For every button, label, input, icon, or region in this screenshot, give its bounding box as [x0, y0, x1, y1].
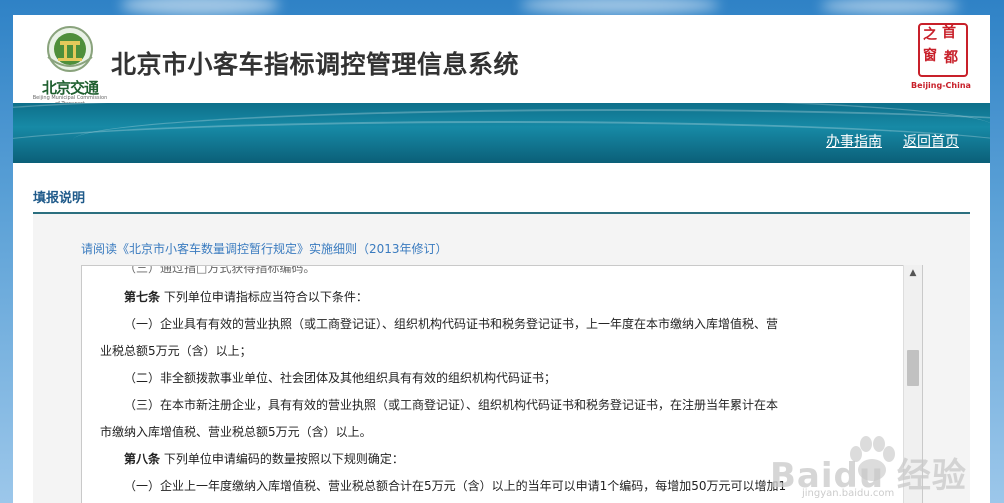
sky-cloud — [520, 0, 720, 14]
scroll-thumb[interactable] — [907, 350, 919, 386]
seal-char: 之 — [923, 27, 937, 43]
article-7-item-1-cont-text: 业税总额5万元（含）以上； — [100, 344, 252, 358]
sky-cloud — [120, 0, 280, 16]
beijing-transport-logo[interactable]: 北京交通 Beijing Municipal Commission of Tra… — [31, 23, 109, 107]
article-8-text: 下列单位申请编码的数量按照以下规则确定： — [163, 452, 404, 466]
article-7-item-1: （一）企业具有有效的营业执照（或工商登记证）、组织机构代码证书和税务登记证书，上… — [100, 311, 890, 338]
logo-right-text: Beijing-China — [911, 81, 971, 90]
article-8-label: 第八条 — [124, 452, 161, 466]
article-7-item-2-text: （二）非全额拨款事业单位、社会团体及其他组织具有有效的组织机构代码证书； — [124, 371, 557, 385]
sky-cloud — [820, 0, 960, 14]
article-7-item-1-text: （一）企业具有有效的营业执照（或工商登记证）、组织机构代码证书和税务登记证书，上… — [124, 317, 779, 331]
page-title: 北京市小客车指标调控管理信息系统 — [111, 50, 520, 79]
seal-char: 都 — [944, 50, 958, 66]
capital-window-logo[interactable]: 之 首 窗 都 Beijing-China — [910, 23, 972, 93]
article-7-text: 下列单位申请指标应当符合以下条件： — [163, 290, 368, 304]
nav-guide-link[interactable]: 办事指南 — [826, 131, 882, 151]
article-7-item-1-cont: 业税总额5万元（含）以上； — [100, 338, 890, 365]
article-7-heading: 第七条 下列单位申请指标应当符合以下条件： — [100, 284, 890, 311]
article-7-item-3: （三）在本市新注册企业，具有有效的营业执照（或工商登记证）、组织机构代码证书和税… — [100, 392, 890, 419]
watermark-subtext: jingyan.baidu.com — [802, 488, 895, 499]
seal-char: 窗 — [923, 48, 937, 64]
regulation-notice-link[interactable]: 请阅读《北京市小客车数量调控暂行规定》实施细则（2013年修订） — [81, 240, 448, 257]
nav-home-link[interactable]: 返回首页 — [903, 131, 959, 151]
section-title: 填报说明 — [33, 191, 86, 206]
cut-off-text: （三）通过指□方式获得指标编码。 — [124, 265, 316, 274]
cut-off-line: （三）通过指□方式获得指标编码。 — [100, 265, 890, 274]
baidu-watermark: Baidu 经验 jingyan.baidu.com — [770, 430, 1000, 500]
seal-icon: 之 首 窗 都 — [918, 23, 968, 77]
article-7-label: 第七条 — [124, 290, 161, 304]
transport-emblem-icon — [47, 26, 93, 72]
article-8-item-1-text: （一）企业上一年度缴纳入库增值税、营业税总额合计在5万元（含）以上的当年可以申请… — [124, 479, 787, 493]
article-7-item-3-cont-text: 市缴纳入库增值税、营业税总额5万元（含）以上。 — [100, 425, 372, 439]
site-header: 北京交通 Beijing Municipal Commission of Tra… — [13, 15, 990, 107]
article-7-item-2: （二）非全额拨款事业单位、社会团体及其他组织具有有效的组织机构代码证书； — [100, 365, 890, 392]
scroll-up-arrow-icon[interactable]: ▲ — [904, 265, 922, 281]
article-7-item-3-text: （三）在本市新注册企业，具有有效的营业执照（或工商登记证）、组织机构代码证书和税… — [124, 398, 779, 412]
seal-char: 首 — [942, 25, 956, 41]
